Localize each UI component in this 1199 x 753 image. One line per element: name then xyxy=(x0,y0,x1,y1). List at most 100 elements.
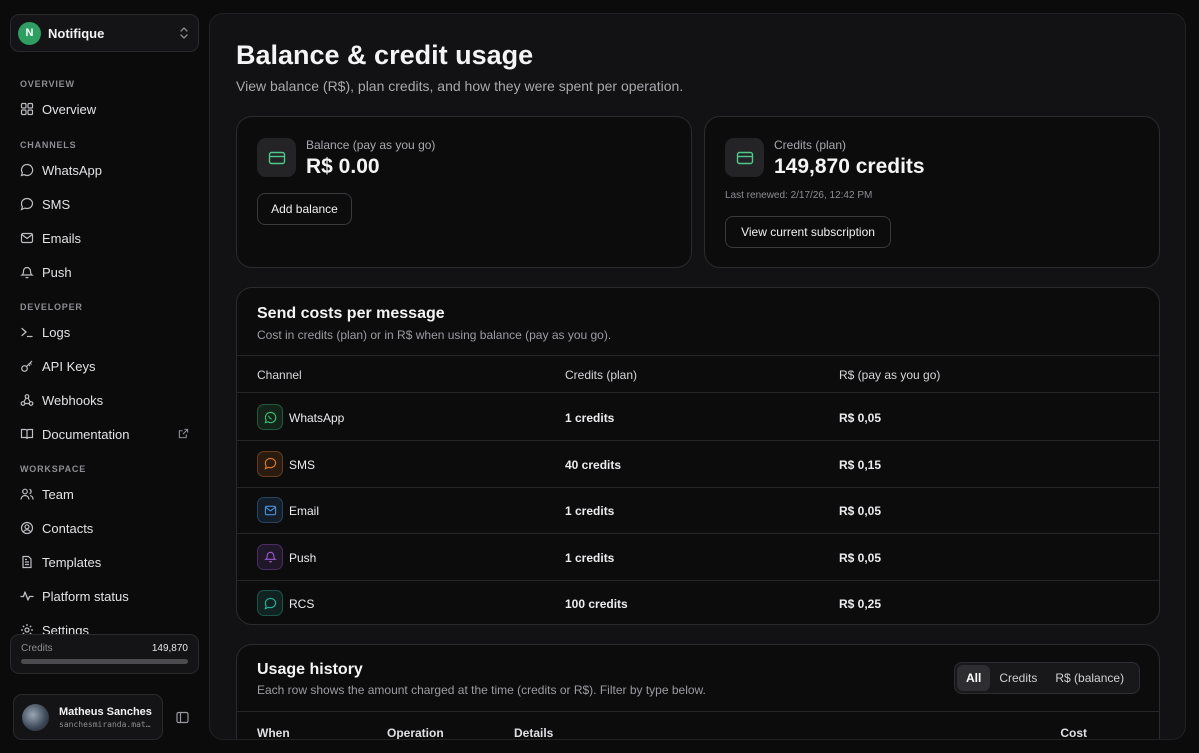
user-email: sanchesmiranda.matheus@gmail.com xyxy=(59,719,154,729)
chat-bubble-icon xyxy=(263,457,276,470)
sidebar-item-contacts[interactable]: Contacts xyxy=(10,511,199,545)
sidebar-item-sms[interactable]: SMS xyxy=(10,187,199,221)
sidebar-item-label: Logs xyxy=(42,324,71,340)
sidebar-item-label: Contacts xyxy=(42,520,94,536)
payg-cost: R$ 0,15 xyxy=(839,457,882,472)
column-header-cost: Cost xyxy=(1060,726,1087,740)
credits-cost: 1 credits xyxy=(565,550,615,565)
section-label-developer: DEVELOPER xyxy=(20,302,83,312)
channel-icon-box xyxy=(257,450,283,477)
mail-icon xyxy=(264,505,276,515)
sidebar-item-push[interactable]: Push xyxy=(10,255,199,289)
filter-option-all[interactable]: All xyxy=(957,665,991,691)
costs-table-header: Channel Credits (plan) R$ (pay as you go… xyxy=(237,355,1159,393)
filter-option-credits[interactable]: Credits xyxy=(990,665,1046,691)
external-link-icon xyxy=(178,428,189,439)
view-subscription-button[interactable]: View current subscription xyxy=(725,216,891,248)
sidebar-item-label: Overview xyxy=(42,101,97,117)
sidebar-item-label: Platform status xyxy=(42,588,129,604)
sidebar-nav: OVERVIEW Overview CHANNELS WhatsApp SMS … xyxy=(10,76,199,647)
sidebar-item-label: Push xyxy=(42,264,72,280)
sidebar-item-api-keys[interactable]: API Keys xyxy=(10,349,199,383)
credits-meter-label: Credits xyxy=(21,643,53,654)
sidebar: N Notifique OVERVIEW Overview CHANNELS W… xyxy=(0,0,209,753)
sidebar-item-platform-status[interactable]: Platform status xyxy=(10,579,199,613)
mail-icon xyxy=(20,232,34,244)
grid-icon xyxy=(20,102,34,116)
column-header-credits: Credits (plan) xyxy=(565,368,638,382)
sidebar-item-templates[interactable]: Templates xyxy=(10,545,199,579)
sidebar-item-logs[interactable]: Logs xyxy=(10,315,199,349)
channel-icon-box xyxy=(257,404,283,430)
sidebar-item-whatsapp[interactable]: WhatsApp xyxy=(10,153,199,187)
credits-value: 149,870 credits xyxy=(774,155,925,178)
payg-cost: R$ 0,05 xyxy=(839,411,882,425)
credits-meter: Credits 149,870 xyxy=(10,634,199,674)
sidebar-item-label: Templates xyxy=(42,554,102,570)
sidebar-item-label: Documentation xyxy=(42,426,130,442)
sidebar-item-label: Emails xyxy=(42,230,82,246)
chat-bubble-icon xyxy=(263,597,276,610)
column-header-when: When xyxy=(257,726,290,740)
user-name: Matheus Sanches xyxy=(59,705,152,718)
column-header-channel: Channel xyxy=(257,368,302,382)
usage-history-card: Usage history Each row shows the amount … xyxy=(236,644,1160,740)
activity-icon xyxy=(20,591,34,601)
section-label-channels: CHANNELS xyxy=(20,140,77,150)
avatar xyxy=(22,703,49,731)
credits-progress-fill xyxy=(21,659,188,664)
sidebar-item-team[interactable]: Team xyxy=(10,477,199,511)
credits-icon-box xyxy=(725,138,764,177)
balance-value: R$ 0.00 xyxy=(306,155,380,178)
file-text-icon xyxy=(22,555,32,569)
column-header-operation: Operation xyxy=(387,726,444,740)
payg-cost: R$ 0,05 xyxy=(839,550,882,565)
last-renewed-text: Last renewed: 2/17/26, 12:42 PM xyxy=(725,190,873,201)
sidebar-item-label: API Keys xyxy=(42,358,96,374)
credits-cost: 1 credits xyxy=(565,504,615,518)
add-balance-button[interactable]: Add balance xyxy=(257,193,352,225)
sidebar-item-documentation[interactable]: Documentation xyxy=(10,417,199,451)
terminal-icon xyxy=(21,327,33,338)
credits-label: Credits (plan) xyxy=(774,138,847,152)
workspace-name: Notifique xyxy=(48,25,105,41)
channel-name: SMS xyxy=(289,457,316,472)
credits-cost: 1 credits xyxy=(565,411,615,425)
history-table-header: When Operation Details Cost xyxy=(237,711,1159,740)
credits-progress-bar xyxy=(21,659,188,664)
table-row: Email 1 credits R$ 0,05 xyxy=(237,487,1159,534)
key-icon xyxy=(21,360,33,372)
channel-icon-box xyxy=(257,590,283,616)
page-subtitle: View balance (R$), plan credits, and how… xyxy=(236,78,684,94)
chat-bubble-icon xyxy=(20,197,34,211)
chevrons-up-down-icon xyxy=(180,27,188,39)
channel-icon-box xyxy=(257,497,283,523)
table-row: Push 1 credits R$ 0,05 xyxy=(237,534,1159,581)
sidebar-toggle-icon[interactable] xyxy=(176,711,189,724)
credits-meter-value: 149,870 xyxy=(151,643,188,654)
sidebar-item-webhooks[interactable]: Webhooks xyxy=(10,383,199,417)
workspace-switcher[interactable]: N Notifique xyxy=(10,14,199,52)
sidebar-item-label: Webhooks xyxy=(42,392,104,408)
app: N Notifique OVERVIEW Overview CHANNELS W… xyxy=(0,0,1199,753)
usage-history-subtitle: Each row shows the amount charged at the… xyxy=(257,683,706,697)
table-row: SMS 40 credits R$ 0,15 xyxy=(237,441,1159,488)
sidebar-item-overview[interactable]: Overview xyxy=(10,92,199,126)
send-costs-card: Send costs per message Cost in credits (… xyxy=(236,287,1160,625)
webhook-icon xyxy=(20,394,34,406)
sidebar-item-emails[interactable]: Emails xyxy=(10,221,199,255)
column-header-payg: R$ (pay as you go) xyxy=(839,368,941,382)
channel-name: Push xyxy=(289,550,317,565)
column-header-details: Details xyxy=(514,726,554,740)
page-title: Balance & credit usage xyxy=(236,40,534,70)
user-menu[interactable]: Matheus Sanches sanchesmiranda.matheus@g… xyxy=(13,694,163,740)
filter-option-balance[interactable]: R$ (balance) xyxy=(1046,665,1133,691)
usage-history-title: Usage history xyxy=(257,661,363,678)
channel-name: Email xyxy=(289,504,320,518)
bell-icon xyxy=(20,266,34,279)
whatsapp-icon xyxy=(264,411,276,423)
section-label-overview: OVERVIEW xyxy=(20,79,75,89)
users-icon xyxy=(20,488,34,500)
credits-cost: 40 credits xyxy=(565,457,622,472)
sidebar-item-label: Team xyxy=(42,486,74,502)
